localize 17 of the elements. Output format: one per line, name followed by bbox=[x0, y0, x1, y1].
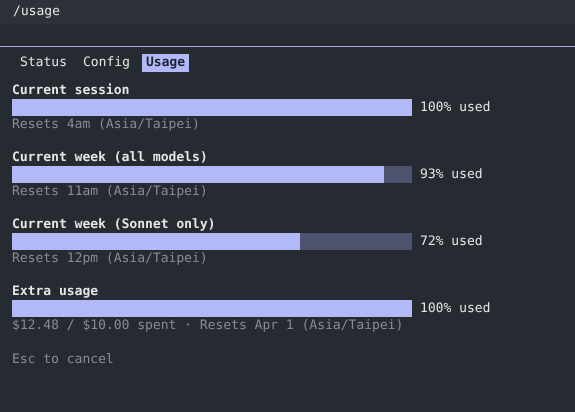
reset-note: Resets 12pm (Asia/Taipei) bbox=[12, 250, 208, 267]
tab[interactable]: Status bbox=[16, 54, 71, 72]
meter-title: Current week (Sonnet only) bbox=[12, 217, 216, 233]
meter-title: Extra usage bbox=[12, 284, 98, 300]
usage-reading: 100% used bbox=[420, 100, 490, 116]
reset-note: Resets 4am (Asia/Taipei) bbox=[12, 116, 200, 133]
meter-title: Current week (all models) bbox=[12, 150, 208, 166]
tab[interactable]: Usage bbox=[142, 54, 190, 72]
tab[interactable]: Config bbox=[78, 54, 134, 72]
reset-note: $12.48 / $10.00 spent · Resets Apr 1 (Asia/Taipei) bbox=[12, 317, 404, 334]
command-text: /usage bbox=[13, 4, 60, 20]
usage-reading: 93% used bbox=[420, 166, 483, 182]
cancel-hint: Esc to cancel bbox=[12, 352, 114, 368]
reset-note: Resets 11am (Asia/Taipei) bbox=[12, 183, 208, 200]
usage-reading: 72% used bbox=[420, 234, 483, 250]
meter-title: Current session bbox=[12, 83, 130, 99]
usage-reading: 100% used bbox=[420, 300, 490, 316]
